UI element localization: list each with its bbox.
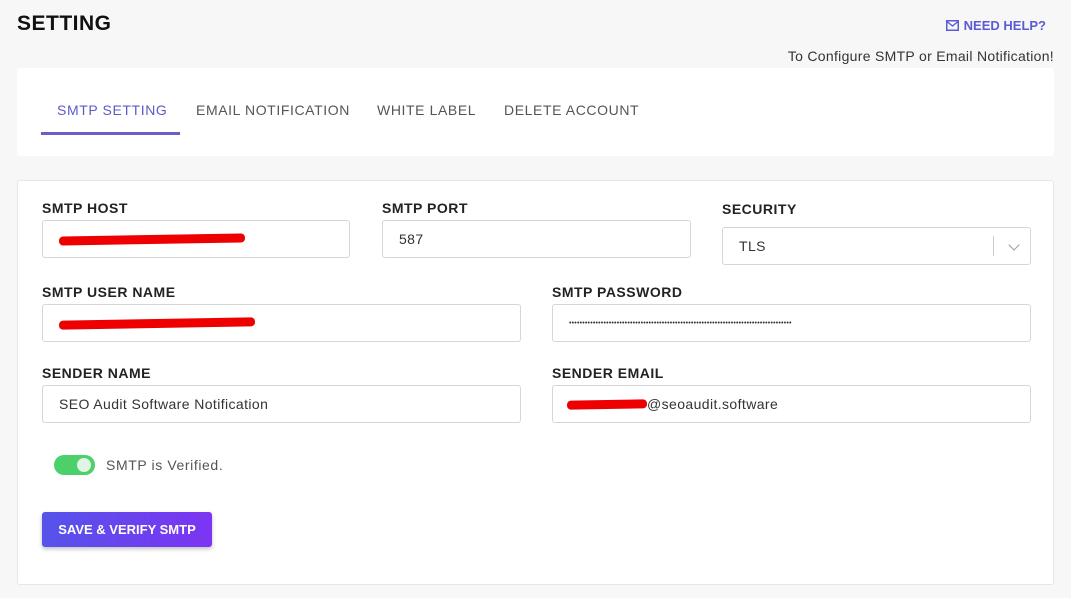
chevron-down-icon bbox=[1008, 239, 1020, 251]
tab-delete-account[interactable]: DELETE ACCOUNT bbox=[504, 102, 639, 118]
redaction-mark bbox=[566, 398, 648, 410]
security-value: TLS bbox=[739, 238, 766, 254]
security-label: SECURITY bbox=[722, 201, 797, 217]
sender-email-input[interactable]: @seoaudit.software bbox=[552, 385, 1031, 423]
page-title: SETTING bbox=[17, 12, 112, 35]
redaction-mark bbox=[58, 316, 256, 330]
smtp-user-input[interactable] bbox=[42, 304, 521, 342]
save-verify-smtp-button[interactable]: SAVE & VERIFY SMTP bbox=[42, 512, 212, 547]
tab-white-label[interactable]: WHITE LABEL bbox=[377, 102, 476, 118]
sender-name-label: SENDER NAME bbox=[42, 365, 151, 381]
smtp-password-label: SMTP PASSWORD bbox=[552, 284, 683, 300]
smtp-verified-label: SMTP is Verified. bbox=[106, 457, 224, 473]
sender-email-domain: @seoaudit.software bbox=[647, 396, 779, 412]
need-help-link[interactable]: NEED HELP? bbox=[945, 18, 1046, 33]
smtp-form: SMTP HOST SMTP PORT 587 SECURITY TLS SMT… bbox=[17, 180, 1054, 585]
select-separator bbox=[993, 236, 994, 256]
envelope-icon bbox=[945, 20, 959, 31]
smtp-user-label: SMTP USER NAME bbox=[42, 284, 176, 300]
redaction-mark bbox=[58, 232, 246, 246]
tab-smtp-setting[interactable]: SMTP SETTING bbox=[57, 102, 167, 118]
smtp-port-label: SMTP PORT bbox=[382, 200, 468, 216]
sender-email-label: SENDER EMAIL bbox=[552, 365, 664, 381]
smtp-host-label: SMTP HOST bbox=[42, 200, 128, 216]
sender-name-input[interactable]: SEO Audit Software Notification bbox=[42, 385, 521, 423]
smtp-port-input[interactable]: 587 bbox=[382, 220, 691, 258]
active-tab-indicator bbox=[41, 132, 180, 135]
settings-tabs: SMTP SETTING EMAIL NOTIFICATION WHITE LA… bbox=[17, 68, 1054, 156]
smtp-host-input[interactable] bbox=[42, 220, 350, 258]
tab-email-notification[interactable]: EMAIL NOTIFICATION bbox=[196, 102, 350, 118]
toggle-knob bbox=[77, 458, 91, 472]
security-select[interactable]: TLS bbox=[722, 227, 1031, 265]
smtp-verified-toggle[interactable] bbox=[54, 455, 95, 475]
help-subtitle: To Configure SMTP or Email Notification! bbox=[787, 48, 1054, 64]
smtp-password-input[interactable]: ••••••••••••••••••••••••••••••••••••••••… bbox=[552, 304, 1031, 342]
need-help-label: NEED HELP? bbox=[963, 18, 1046, 33]
